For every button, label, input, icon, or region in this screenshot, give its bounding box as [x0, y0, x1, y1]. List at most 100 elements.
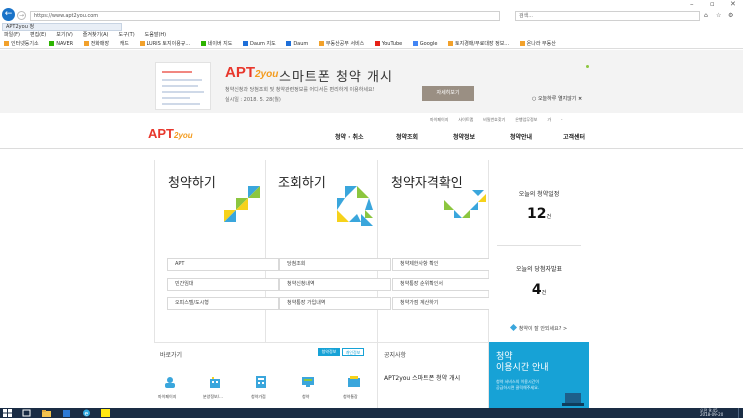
calculator-icon[interactable] — [255, 376, 267, 388]
today-schedule-count[interactable]: 12건 — [489, 206, 589, 222]
panel-divider — [265, 160, 266, 342]
inquiry-link-result[interactable]: 당첨조회 — [279, 258, 391, 271]
quick-label-apply: 청약 — [302, 394, 310, 399]
favorite-link[interactable]: 부동산공부 서비스 — [326, 41, 364, 47]
quick-label-sale: 분양정보/... — [203, 394, 223, 399]
windows-start-icon[interactable] — [3, 409, 12, 417]
browser-tab[interactable]: APT2you 청 — [2, 23, 122, 31]
minimize-icon[interactable]: – — [690, 0, 694, 8]
menu-tools[interactable]: 도구(T) — [119, 32, 135, 38]
file-explorer-icon[interactable] — [42, 409, 51, 417]
toggle-personal[interactable]: 개인정보 — [342, 348, 364, 356]
util-link-mypage[interactable]: 마이페이지 — [430, 117, 448, 122]
font-size-down[interactable]: - — [561, 117, 562, 122]
forward-arrow-icon[interactable]: → — [17, 11, 26, 20]
laptop-icon — [562, 393, 584, 406]
favorite-link[interactable]: YouTube — [382, 41, 402, 47]
bottom-col-divider — [377, 342, 378, 408]
favorite-link[interactable]: 캐드 — [120, 41, 129, 47]
back-arrow-icon[interactable]: ← — [2, 8, 15, 21]
kakaotalk-icon[interactable] — [101, 409, 110, 417]
menu-help[interactable]: 도움말(H) — [145, 32, 166, 38]
banner-logo: APT2you — [225, 64, 279, 81]
apply-pencil-icon — [224, 186, 260, 222]
favorite-link[interactable]: Google — [420, 41, 438, 47]
favorite-link[interactable]: 인터넷등기소 — [11, 41, 39, 47]
favorite-link[interactable]: 네이버 지도 — [208, 41, 233, 47]
toggle-info[interactable]: 청약정보 — [318, 348, 340, 356]
notice-item[interactable]: APT2you 스마트폰 청약 개시 — [384, 374, 480, 384]
apply-link-officetel[interactable]: 오피스텔/도시형 — [167, 297, 279, 310]
favorite-link[interactable]: 전화매장 — [91, 41, 109, 47]
decorative-dot — [586, 65, 589, 68]
store-icon[interactable] — [62, 409, 71, 417]
clock[interactable]: 오전 9:45 2018-09-20 — [700, 409, 723, 417]
favorite-link[interactable]: Daum — [293, 41, 308, 47]
panel-title-apply: 청약하기 — [168, 176, 216, 191]
detail-button[interactable]: 자세히보기 — [422, 86, 474, 101]
bottom-divider — [154, 342, 489, 343]
building-icon[interactable] — [209, 376, 221, 388]
browser-search-input[interactable]: 검색... — [515, 11, 700, 21]
nav-apply[interactable]: 청약 · 취소 — [335, 132, 364, 141]
show-desktop-button[interactable] — [738, 408, 743, 418]
side-divider — [497, 245, 581, 246]
menu-file[interactable]: 파일(F) — [4, 32, 20, 38]
svg-text:e: e — [85, 411, 89, 418]
favorite-link[interactable]: NAVER — [56, 41, 73, 47]
hide-today-checkbox[interactable]: ○ 오늘하루 열지않기 × — [532, 95, 582, 102]
eligibility-link-points[interactable]: 청약가점 계산하기 — [392, 297, 504, 310]
apply-link-apt[interactable]: APT — [167, 258, 279, 271]
apply-link-rental[interactable]: 민간임대 — [167, 278, 279, 291]
home-icon[interactable]: ⌂ — [704, 12, 708, 19]
user-icon[interactable] — [164, 376, 176, 388]
nav-support[interactable]: 고객센터 — [563, 132, 585, 141]
faq-link[interactable]: 청약이 잘 안되세요? > — [489, 323, 589, 332]
util-link-password[interactable]: 비밀번호찾기 — [483, 117, 505, 122]
address-bar[interactable]: https://www.apt2you.com — [30, 11, 500, 21]
banner-date: 실시일 : 2018. 5. 28(월) — [225, 97, 281, 103]
quick-label-mypage: 마이페이지 — [158, 394, 177, 399]
quick-links-title: 바로가기 — [160, 352, 183, 359]
banner-close-icon[interactable]: × — [578, 96, 582, 102]
favorite-link[interactable]: Daum 지도 — [250, 41, 276, 47]
gear-icon[interactable]: ⚙ — [728, 12, 733, 19]
monitor-icon[interactable] — [302, 376, 314, 388]
title-bar — [0, 0, 743, 8]
internet-explorer-icon[interactable]: e — [82, 409, 91, 417]
eligibility-link-rank[interactable]: 청약통장 순위확인서 — [392, 278, 504, 291]
nav-info[interactable]: 청약정보 — [453, 132, 475, 141]
close-window-icon[interactable]: ✕ — [730, 0, 736, 8]
today-winners-count[interactable]: 4건 — [489, 282, 589, 298]
util-link-sitemap[interactable]: 사이트맵 — [458, 117, 473, 122]
favorite-link[interactable]: LURIS 토지이용규... — [147, 41, 191, 47]
menu-view[interactable]: 보기(V) — [56, 32, 73, 38]
menu-edit[interactable]: 편집(E) — [30, 32, 46, 38]
panel-divider — [154, 160, 155, 342]
header-divider — [0, 148, 743, 149]
inquiry-link-account[interactable]: 청약통장 가입내역 — [279, 297, 391, 310]
promo-text: 청약 서비스의 이용시간이 공급하시면 클릭해주세요. — [496, 379, 540, 390]
site-logo[interactable]: APT2you — [148, 126, 193, 141]
util-link-bank[interactable]: 은행업무정보 — [515, 117, 537, 122]
inquiry-link-history[interactable]: 청약신청내역 — [279, 278, 391, 291]
star-icon[interactable]: ☆ — [716, 12, 721, 19]
favorite-link[interactable]: 온나라 부동산 — [527, 41, 556, 47]
bankbook-icon[interactable] — [348, 376, 360, 388]
phone-screenshot-image — [155, 62, 211, 110]
favorite-link[interactable]: 토지경매/무료대장 정보... — [455, 41, 509, 47]
utility-links: 마이페이지 사이트맵 비밀번호찾기 은행업무정보 가 - — [430, 117, 572, 123]
nav-inquiry[interactable]: 청약조회 — [396, 132, 418, 141]
font-size-up[interactable]: 가 — [547, 117, 551, 122]
tab-title: APT2you 청 — [6, 24, 35, 30]
quick-label-points: 청약가점 — [251, 394, 266, 399]
diamond-icon — [509, 323, 517, 332]
taskbar — [0, 408, 743, 418]
panel-divider — [377, 160, 378, 342]
nav-guide[interactable]: 청약안내 — [510, 132, 532, 141]
eligibility-link-restriction[interactable]: 청약제한사항 확인 — [392, 258, 504, 271]
notice-title: 공지사항 — [384, 352, 407, 359]
task-view-icon[interactable] — [22, 409, 31, 417]
menu-favorites[interactable]: 즐겨찾기(A) — [83, 32, 109, 38]
maximize-icon[interactable]: ▫ — [710, 0, 715, 8]
